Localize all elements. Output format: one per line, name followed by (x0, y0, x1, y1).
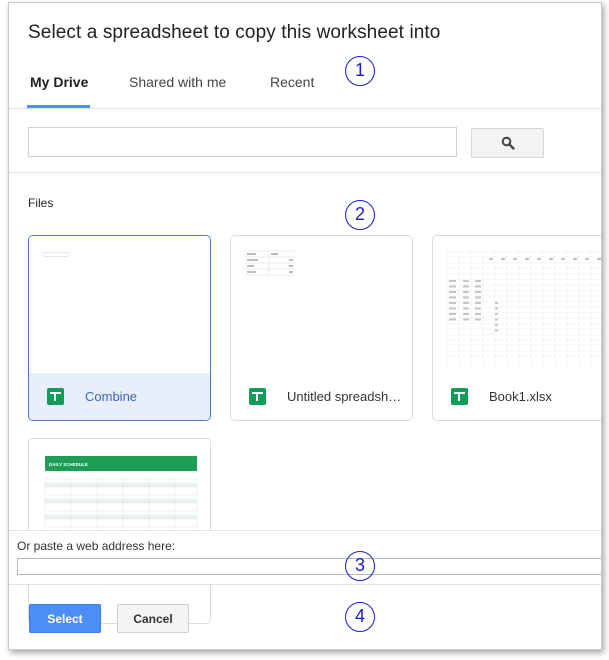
tab-bar: My Drive Shared with me Recent (9, 61, 601, 109)
tab-recent[interactable]: Recent (270, 74, 314, 90)
file-name: Book1.xlsx (489, 389, 552, 404)
file-card-footer: Untitled spreadsheet (231, 373, 412, 420)
file-card-footer: Book1.xlsx (433, 373, 601, 420)
thumb-title: DAILY SCHEDULE (49, 462, 88, 467)
file-thumbnail (433, 236, 601, 373)
search-icon (501, 136, 515, 150)
file-card-book1[interactable]: Book1.xlsx (432, 235, 601, 421)
copy-to-dialog: Select a spreadsheet to copy this worksh… (8, 2, 602, 650)
search-row (9, 109, 601, 173)
file-card-combine[interactable]: Combine (28, 235, 211, 421)
callout-marker-2: 2 (345, 200, 375, 230)
tab-shared-with-me[interactable]: Shared with me (129, 74, 226, 90)
search-input[interactable] (28, 127, 457, 157)
callout-marker-1: 1 (345, 56, 375, 86)
callout-marker-3: 3 (345, 551, 375, 581)
tab-my-drive[interactable]: My Drive (30, 74, 88, 90)
sheets-icon (451, 388, 468, 405)
file-thumbnail (231, 236, 412, 373)
spreadsheet-preview (245, 250, 295, 276)
file-card-footer: Combine (29, 373, 210, 420)
active-tab-indicator (27, 105, 90, 108)
paste-address-label: Or paste a web address here: (17, 539, 176, 553)
sheets-icon (47, 388, 64, 405)
spreadsheet-preview (446, 251, 601, 366)
dialog-title: Select a spreadsheet to copy this worksh… (28, 22, 441, 43)
select-button[interactable]: Select (29, 604, 101, 633)
web-address-input[interactable] (17, 558, 601, 575)
sheets-icon (249, 388, 266, 405)
file-thumbnail (29, 236, 210, 373)
file-name: Combine (85, 389, 138, 404)
file-name: Untitled spreadsheet (287, 389, 403, 404)
file-card-untitled-spreadsheet[interactable]: Untitled spreadsheet (230, 235, 413, 421)
cancel-button[interactable]: Cancel (117, 604, 189, 633)
files-section-label: Files (28, 196, 54, 210)
paste-address-section: Or paste a web address here: (9, 530, 601, 585)
callout-marker-4: 4 (345, 602, 375, 632)
search-button[interactable] (471, 128, 544, 158)
